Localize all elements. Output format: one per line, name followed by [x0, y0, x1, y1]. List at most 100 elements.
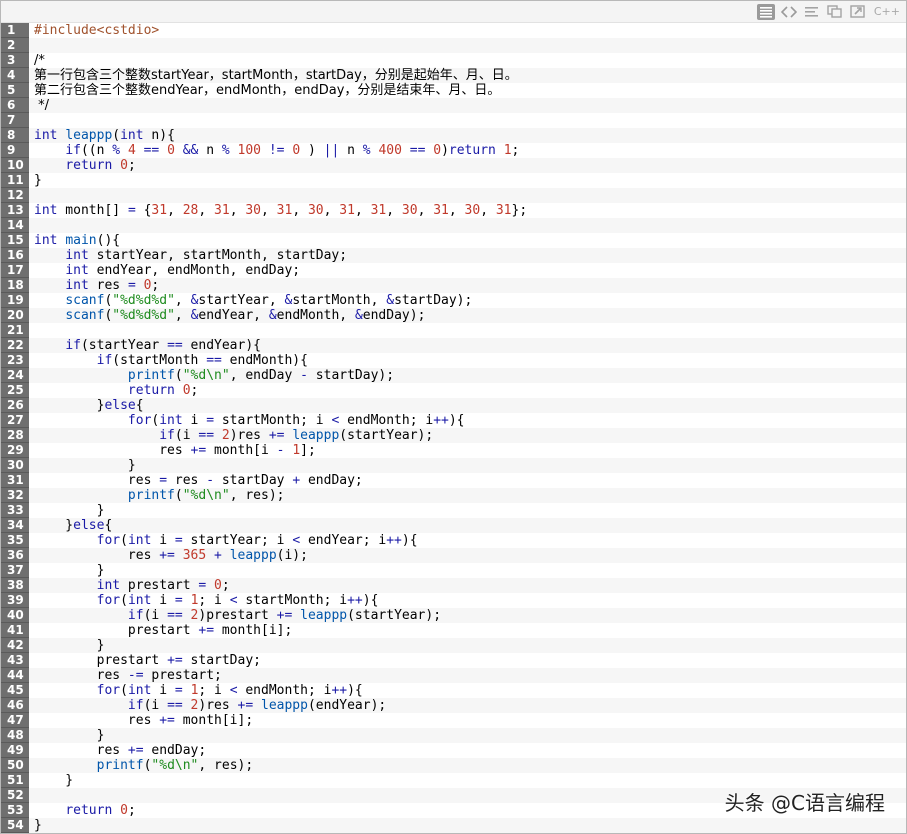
code-token: }: [34, 773, 74, 788]
code-token: 4: [127, 143, 136, 158]
code-text: res = res - startDay + endDay;: [29, 473, 363, 488]
code-token: %: [221, 143, 230, 158]
line-number: 3: [1, 53, 29, 68]
copy-icon[interactable]: [803, 4, 821, 20]
code-token: 0: [120, 803, 128, 818]
code-token: month[i];: [174, 713, 254, 728]
code-token: prestart: [120, 578, 199, 593]
popup-icon[interactable]: [849, 4, 867, 20]
code-text: for(int i = 1; i < endMonth; i++){: [29, 683, 363, 698]
code-token: int: [159, 413, 183, 428]
print-icon[interactable]: [826, 4, 844, 20]
code-text: if(i == 2)prestart += leappp(startYear);: [29, 608, 441, 623]
code-token: ,: [167, 203, 183, 218]
code-token: endYear){: [182, 338, 261, 353]
code-line: 25 return 0;: [1, 383, 906, 398]
code-token: startYear; i: [182, 533, 293, 548]
code-token: leappp: [229, 548, 277, 563]
code-token: ){: [347, 683, 363, 698]
line-number: 12: [1, 188, 29, 203]
code-text: int leappp(int n){: [29, 128, 175, 143]
code-line: 51 }: [1, 773, 906, 788]
code-token: 31: [339, 203, 355, 218]
code-token: }: [34, 563, 105, 578]
code-token: (startYear);: [347, 608, 442, 623]
code-line: 13 int month[] = {31, 28, 31, 30, 31, 30,…: [1, 203, 906, 218]
code-token: "%d%d%d": [112, 293, 175, 308]
code-token: 400: [378, 143, 402, 158]
code-line: 1 #include<cstdio>: [1, 23, 906, 38]
code-token: +: [292, 473, 301, 488]
code-token: ,: [292, 203, 308, 218]
code-token: res: [34, 443, 191, 458]
code-token: (i: [174, 428, 199, 443]
code-token: &: [354, 308, 363, 323]
code-token: 第二行包含三个整数endYear，endMonth，endDay，分别是结束年、…: [34, 83, 501, 98]
code-text: }: [29, 458, 136, 473]
code-token: month[]: [57, 203, 128, 218]
code-token: endDay;: [143, 743, 207, 758]
line-number: 16: [1, 248, 29, 263]
code-token: "%d%d%d": [112, 308, 175, 323]
code-text: }else{: [29, 518, 112, 533]
code-line: 17 int endYear, endMonth, endDay;: [1, 263, 906, 278]
line-number: 25: [1, 383, 29, 398]
line-number: 33: [1, 503, 29, 518]
code-text: }: [29, 728, 105, 743]
code-token: prestart: [34, 653, 168, 668]
code-token: ==: [143, 143, 160, 158]
code-token: n: [198, 143, 222, 158]
code-token: }: [34, 818, 42, 833]
code-text: printf("%d\n", endDay - startDay);: [29, 368, 394, 383]
code-token: {: [135, 398, 144, 413]
view-source-icon[interactable]: [780, 4, 798, 20]
code-token: i: [151, 593, 175, 608]
code-line: 21: [1, 323, 906, 338]
code-token: 31: [495, 203, 512, 218]
code-token: ==: [409, 143, 426, 158]
code-token: endYear, endMonth, endDay;: [88, 263, 301, 278]
code-token: }: [34, 728, 105, 743]
code-token: -=: [127, 668, 144, 683]
code-token: i: [182, 413, 207, 428]
line-number: 46: [1, 698, 29, 713]
code-line: 41 prestart += month[i];: [1, 623, 906, 638]
code-line: 38 int prestart = 0;: [1, 578, 906, 593]
code-token: res: [34, 713, 160, 728]
code-token: (: [120, 533, 128, 548]
code-text: return 0;: [29, 158, 135, 173]
code-token: (: [112, 128, 121, 143]
code-token: if: [65, 143, 81, 158]
code-token: ;: [127, 803, 136, 818]
code-token: startDay;: [182, 653, 261, 668]
code-token: 31: [276, 203, 293, 218]
code-token: !=: [268, 143, 285, 158]
line-number: 37: [1, 563, 29, 578]
code-token: */: [34, 98, 50, 113]
code-text: res += endDay;: [29, 743, 207, 758]
line-number: 28: [1, 428, 29, 443]
code-token: <: [229, 593, 238, 608]
code-line: 3 /*: [1, 53, 906, 68]
code-token: 31: [214, 203, 230, 218]
code-token: if: [96, 353, 113, 368]
code-token: startDay);: [394, 293, 473, 308]
code-token: <: [229, 683, 238, 698]
view-plain-icon[interactable]: [756, 3, 775, 20]
code-token: &: [386, 293, 395, 308]
code-line: 35 for(int i = startYear; i < endYear; i…: [1, 533, 906, 548]
code-token: ++: [347, 593, 363, 608]
line-number: 43: [1, 653, 29, 668]
